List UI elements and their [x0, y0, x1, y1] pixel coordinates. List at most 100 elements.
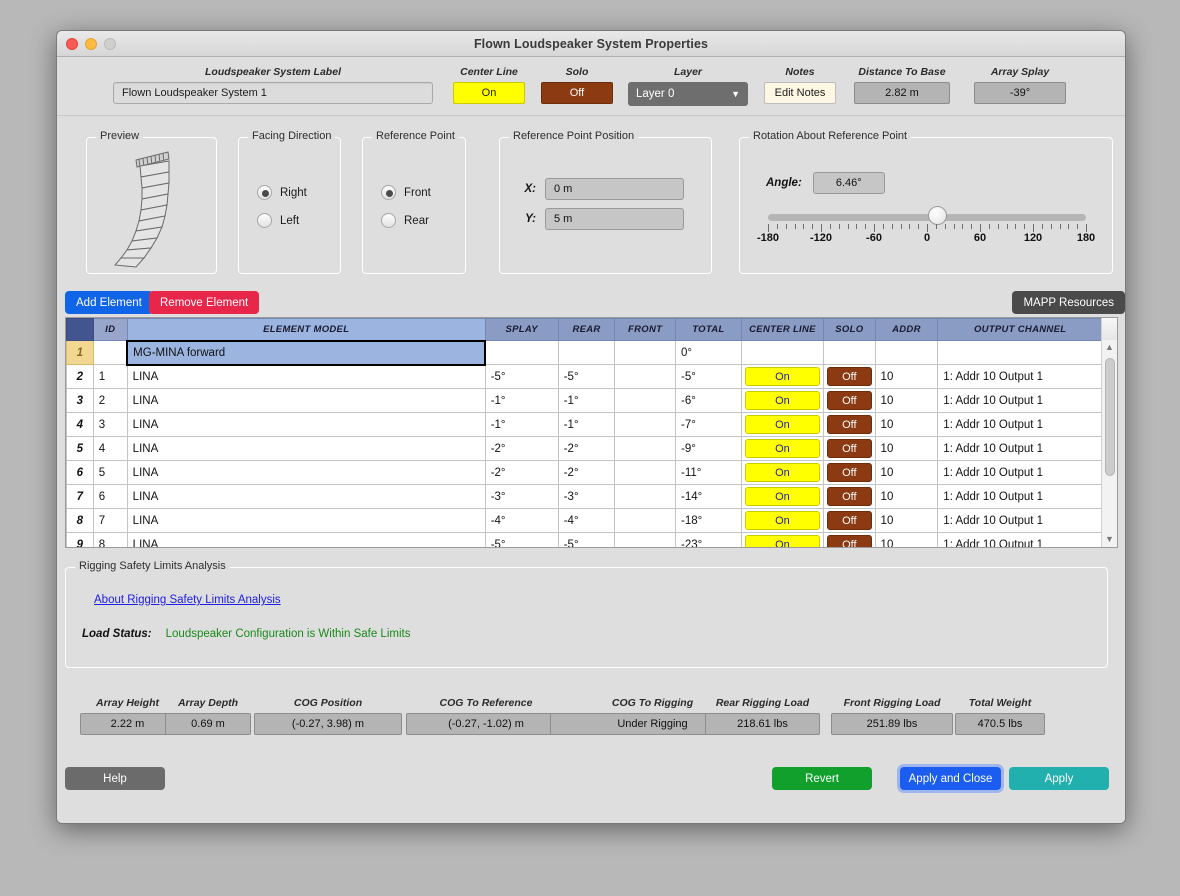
- element-table-scrollbar[interactable]: ▲ ▼: [1101, 340, 1117, 547]
- table-row[interactable]: 7 6 LINA -3° -3° -14° On Off 10 1: Addr 10 Output…: [66, 484, 1103, 509]
- cell-center-line[interactable]: On: [740, 364, 825, 389]
- cell-rear[interactable]: -5°: [557, 532, 616, 547]
- cell-element-model[interactable]: LINA: [126, 436, 486, 461]
- cell-rear[interactable]: [557, 340, 616, 365]
- center-line-cell-toggle[interactable]: On: [744, 535, 821, 547]
- column-header-center-line[interactable]: CENTER LINE: [740, 318, 825, 341]
- edit-notes-button[interactable]: Edit Notes: [764, 82, 836, 104]
- cell-output-channel[interactable]: 1: Addr 10 Output 1: [937, 436, 1103, 461]
- row-number-cell[interactable]: 8: [66, 508, 94, 533]
- cell-total[interactable]: -18°: [674, 508, 742, 533]
- remove-element-button[interactable]: Remove Element: [149, 291, 260, 314]
- cell-front[interactable]: [614, 532, 676, 547]
- cell-splay[interactable]: -1°: [484, 388, 559, 413]
- center-line-toggle[interactable]: On: [453, 82, 525, 104]
- cell-center-line[interactable]: On: [740, 412, 825, 437]
- solo-cell-toggle[interactable]: Off: [827, 439, 872, 458]
- column-header-rear[interactable]: REAR: [557, 318, 616, 341]
- cell-element-model[interactable]: LINA: [126, 532, 486, 547]
- cell-center-line[interactable]: On: [740, 388, 825, 413]
- row-number-cell[interactable]: 6: [66, 460, 94, 485]
- cell-output-channel[interactable]: 1: Addr 10 Output 1: [937, 460, 1103, 485]
- cell-solo[interactable]: Off: [823, 412, 876, 437]
- mapp-resources-button[interactable]: MAPP Resources: [1012, 291, 1125, 314]
- column-header-id[interactable]: ID: [92, 318, 128, 341]
- cell-addr[interactable]: 10: [874, 508, 939, 533]
- scroll-up-icon[interactable]: ▲: [1102, 340, 1117, 355]
- cell-id[interactable]: 8: [92, 532, 128, 547]
- solo-cell-toggle[interactable]: Off: [827, 511, 872, 530]
- cell-rear[interactable]: -1°: [557, 412, 616, 437]
- solo-cell-toggle[interactable]: Off: [827, 535, 872, 547]
- cell-splay[interactable]: -4°: [484, 508, 559, 533]
- reference-y-input[interactable]: 5 m: [545, 208, 684, 230]
- table-row[interactable]: 9 8 LINA -5° -5° -23° On Off 10 1: Addr 10 Output…: [66, 532, 1103, 547]
- solo-toggle[interactable]: Off: [541, 82, 613, 104]
- cell-center-line[interactable]: [740, 340, 825, 365]
- row-number-cell[interactable]: 2: [66, 364, 94, 389]
- cell-solo[interactable]: Off: [823, 436, 876, 461]
- cell-id[interactable]: 6: [92, 484, 128, 509]
- cell-output-channel[interactable]: 1: Addr 10 Output 1: [937, 364, 1103, 389]
- facing-direction-option-left[interactable]: Left: [257, 213, 340, 228]
- row-number-cell[interactable]: 1: [66, 340, 94, 365]
- cell-addr[interactable]: 10: [874, 364, 939, 389]
- cell-splay[interactable]: -5°: [484, 532, 559, 547]
- cell-output-channel[interactable]: 1: Addr 10 Output 1: [937, 532, 1103, 547]
- cell-solo[interactable]: Off: [823, 484, 876, 509]
- cell-total[interactable]: -9°: [674, 436, 742, 461]
- cell-rear[interactable]: -3°: [557, 484, 616, 509]
- cell-output-channel[interactable]: 1: Addr 10 Output 1: [937, 412, 1103, 437]
- column-header-front[interactable]: FRONT: [614, 318, 676, 341]
- solo-cell-toggle[interactable]: Off: [827, 415, 872, 434]
- close-button-icon[interactable]: [66, 38, 78, 50]
- cell-id[interactable]: 4: [92, 436, 128, 461]
- cell-total[interactable]: 0°: [674, 340, 742, 365]
- cell-total[interactable]: -5°: [674, 364, 742, 389]
- cell-id[interactable]: 2: [92, 388, 128, 413]
- table-row[interactable]: 2 1 LINA -5° -5° -5° On Off 10 1: Addr 10 Output …: [66, 364, 1103, 389]
- scrollbar-thumb[interactable]: [1104, 358, 1115, 476]
- cell-front[interactable]: [614, 460, 676, 485]
- cell-total[interactable]: -7°: [674, 412, 742, 437]
- cell-front[interactable]: [614, 340, 676, 365]
- column-header-element-model[interactable]: ELEMENT MODEL: [126, 318, 486, 341]
- cell-rear[interactable]: -2°: [557, 460, 616, 485]
- cell-total[interactable]: -23°: [674, 532, 742, 547]
- cell-rear[interactable]: -1°: [557, 388, 616, 413]
- cell-front[interactable]: [614, 436, 676, 461]
- cell-center-line[interactable]: On: [740, 436, 825, 461]
- cell-splay[interactable]: -3°: [484, 484, 559, 509]
- cell-rear[interactable]: -2°: [557, 436, 616, 461]
- cell-center-line[interactable]: On: [740, 484, 825, 509]
- cell-addr[interactable]: 10: [874, 460, 939, 485]
- column-header-total[interactable]: TOTAL: [674, 318, 742, 341]
- cell-rear[interactable]: -4°: [557, 508, 616, 533]
- apply-button[interactable]: Apply: [1009, 767, 1109, 790]
- reference-point-option-front[interactable]: Front: [381, 185, 465, 200]
- cell-front[interactable]: [614, 412, 676, 437]
- cell-addr[interactable]: 10: [874, 436, 939, 461]
- table-row[interactable]: 3 2 LINA -1° -1° -6° On Off 10 1: Addr 10 Output …: [66, 388, 1103, 413]
- revert-button[interactable]: Revert: [772, 767, 872, 790]
- center-line-cell-toggle[interactable]: On: [744, 415, 821, 434]
- cell-total[interactable]: -11°: [674, 460, 742, 485]
- cell-element-model[interactable]: LINA: [126, 508, 486, 533]
- cell-element-model[interactable]: LINA: [126, 484, 486, 509]
- column-header-solo[interactable]: SOLO: [823, 318, 876, 341]
- cell-element-model[interactable]: LINA: [126, 460, 486, 485]
- cell-center-line[interactable]: On: [740, 460, 825, 485]
- cell-solo[interactable]: Off: [823, 460, 876, 485]
- table-row[interactable]: 1 MG-MINA forward 0°: [66, 339, 1103, 366]
- row-number-cell[interactable]: 9: [66, 532, 94, 547]
- cell-total[interactable]: -6°: [674, 388, 742, 413]
- cell-center-line[interactable]: On: [740, 532, 825, 547]
- cell-addr[interactable]: 10: [874, 412, 939, 437]
- cell-solo[interactable]: Off: [823, 532, 876, 547]
- loudspeaker-system-label-input[interactable]: Flown Loudspeaker System 1: [113, 82, 433, 104]
- minimize-button-icon[interactable]: [85, 38, 97, 50]
- solo-cell-toggle[interactable]: Off: [827, 367, 872, 386]
- facing-direction-option-right[interactable]: Right: [257, 185, 340, 200]
- cell-element-model[interactable]: MG-MINA forward: [126, 339, 487, 366]
- row-number-cell[interactable]: 5: [66, 436, 94, 461]
